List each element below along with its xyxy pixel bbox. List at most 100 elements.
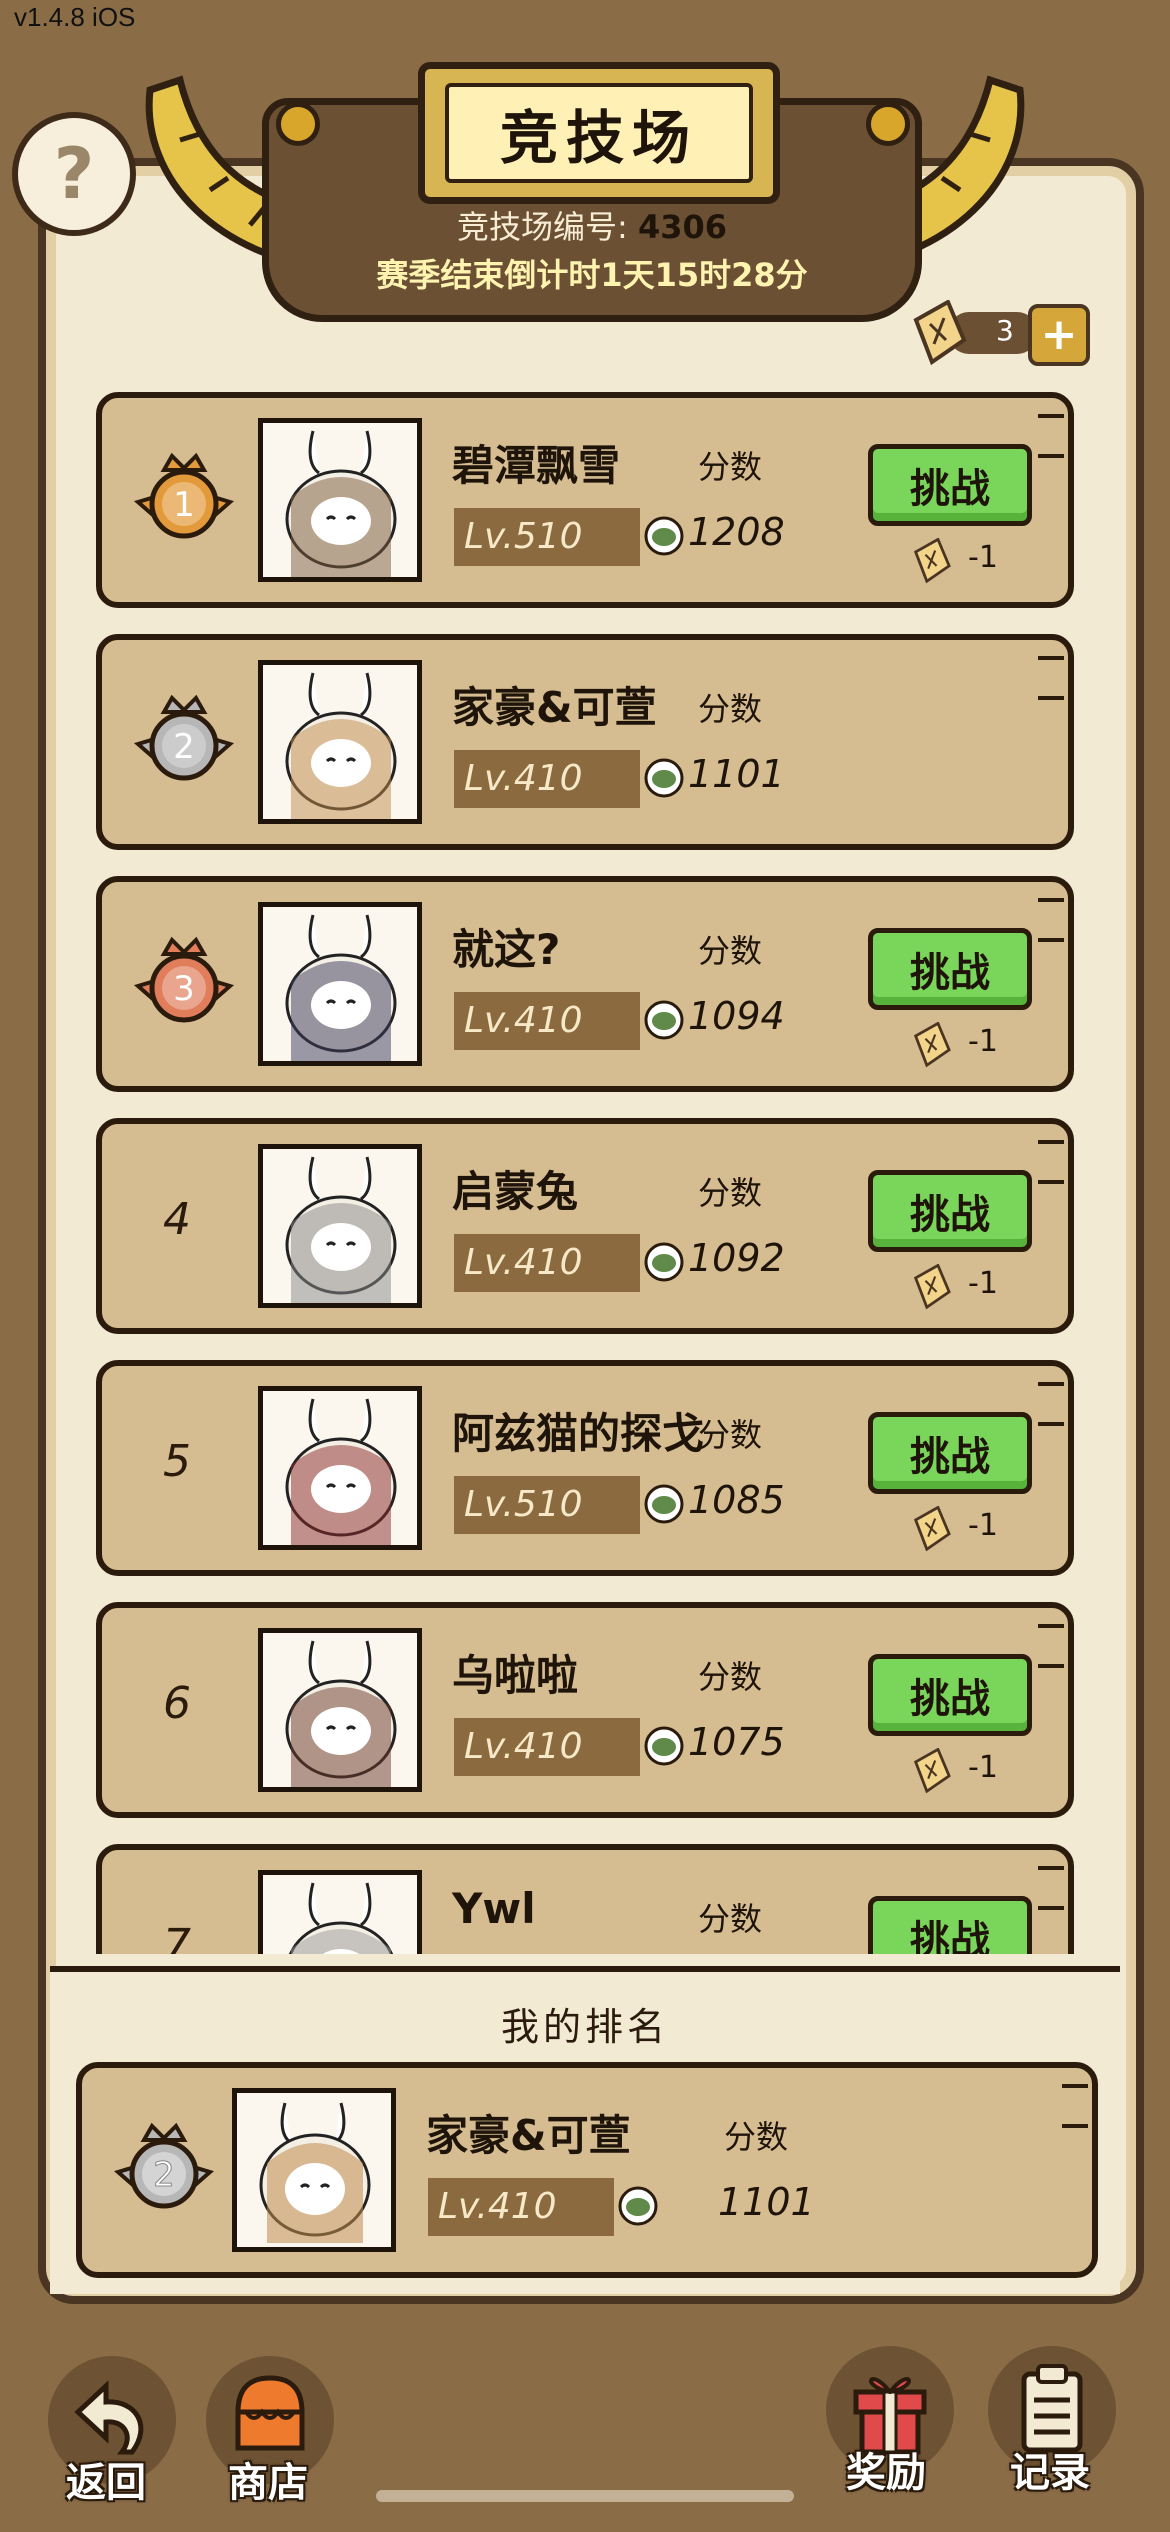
- bronze-medal-icon: 3: [133, 936, 235, 1023]
- player-name: 碧潭飘雪: [452, 441, 621, 490]
- my-ranking-row: 2 家豪&可萱 分数 Lv.410 1101: [76, 2062, 1098, 2278]
- player-score: 1092: [688, 1236, 785, 1280]
- rank-number: 6: [163, 1678, 191, 1729]
- svg-text:2: 2: [153, 2155, 175, 2195]
- score-label: 分数: [698, 1174, 763, 1212]
- player-name: 启蒙兔: [452, 1167, 579, 1216]
- challenge-cost: -1: [908, 1022, 1028, 1068]
- challenge-cost: -1: [908, 538, 1028, 584]
- ticket-icon: [913, 1748, 951, 1794]
- avatar[interactable]: [258, 1144, 422, 1308]
- ticket-count: 3: [996, 314, 1014, 347]
- ticket-icon: [913, 538, 951, 584]
- challenge-cost: -1: [908, 1264, 1028, 1310]
- player-level: Lv.410: [454, 1718, 640, 1776]
- player-row[interactable]: 6 乌啦啦 分数 Lv.410 1075 挑战 -1: [96, 1602, 1074, 1818]
- score-label: 分数: [698, 932, 763, 970]
- svg-text:3: 3: [173, 969, 195, 1009]
- avatar[interactable]: [258, 1386, 422, 1550]
- challenge-button[interactable]: 挑战: [868, 1412, 1032, 1494]
- ranking-list[interactable]: 1 碧潭飘雪 分数 Lv.510 1208 挑战 -1 2 家豪&可萱 分数 L…: [96, 392, 1080, 1954]
- help-button[interactable]: ?: [12, 112, 136, 236]
- player-row[interactable]: 2 家豪&可萱 分数 Lv.410 1101: [96, 634, 1074, 850]
- coin-icon: [644, 1726, 684, 1766]
- player-level: Lv.410: [428, 2178, 614, 2236]
- silver-medal-icon: 2: [133, 694, 235, 781]
- player-row[interactable]: 5 阿兹猫的探戈 分数 Lv.510 1085 挑战 -1: [96, 1360, 1074, 1576]
- arena-number: 竞技场编号: 4306: [262, 202, 922, 248]
- score-label: 分数: [698, 448, 763, 486]
- player-level: Lv.410: [454, 1234, 640, 1292]
- player-name: Ywl: [452, 1884, 536, 1933]
- player-level: Lv.410: [454, 750, 640, 808]
- cost-value: -1: [968, 1024, 998, 1059]
- avatar[interactable]: [258, 418, 422, 582]
- back-label[interactable]: 返回: [66, 2450, 146, 2508]
- rewards-label[interactable]: 奖励: [846, 2440, 926, 2498]
- coin-icon: [644, 1000, 684, 1040]
- avatar[interactable]: [258, 902, 422, 1066]
- player-name: 乌啦啦: [452, 1651, 579, 1700]
- player-row[interactable]: 4 启蒙兔 分数 Lv.410 1092 挑战 -1: [96, 1118, 1074, 1334]
- player-row[interactable]: 1 碧潭飘雪 分数 Lv.510 1208 挑战 -1: [96, 392, 1074, 608]
- score-label: 分数: [724, 2118, 789, 2156]
- avatar[interactable]: [258, 1628, 422, 1792]
- player-name: 就这?: [452, 925, 561, 974]
- bolt-icon: [276, 102, 320, 146]
- silver-medal-icon: 2: [113, 2122, 215, 2209]
- score-label: 分数: [698, 1416, 763, 1454]
- player-score: 1075: [688, 1720, 785, 1764]
- title-frame: 竞技场: [418, 62, 780, 204]
- ticket-icon: [913, 1022, 951, 1068]
- rank-number: 5: [163, 1436, 191, 1487]
- challenge-button[interactable]: 挑战: [868, 1170, 1032, 1252]
- coin-icon: [644, 1484, 684, 1524]
- gold-medal-icon: 1: [133, 452, 235, 539]
- cost-value: -1: [968, 1266, 998, 1301]
- coin-icon: [644, 758, 684, 798]
- ticket-icon: [913, 300, 967, 366]
- player-score: 1101: [718, 2180, 815, 2224]
- version-label: v1.4.8 iOS: [14, 2, 136, 32]
- season-countdown: 赛季结束倒计时1天15时28分: [376, 256, 808, 294]
- page-title: 竞技场: [445, 83, 753, 183]
- my-ranking-title: 我的排名: [500, 2005, 669, 2049]
- challenge-button[interactable]: 挑战: [868, 1896, 1032, 1954]
- ticket-icon: [913, 1264, 951, 1310]
- player-score: 1094: [688, 994, 785, 1038]
- player-score: 1208: [688, 510, 785, 554]
- arena-number-label: 竞技场编号:: [456, 208, 628, 246]
- player-row[interactable]: 7 Ywl 分数 挑战: [96, 1844, 1074, 1954]
- score-label: 分数: [698, 1658, 763, 1696]
- score-label: 分数: [698, 690, 763, 728]
- add-ticket-button[interactable]: +: [1028, 304, 1090, 366]
- coin-icon: [644, 1242, 684, 1282]
- coin-icon: [618, 2186, 658, 2226]
- challenge-button[interactable]: 挑战: [868, 1654, 1032, 1736]
- ticket-icon: [913, 1506, 951, 1552]
- challenge-button[interactable]: 挑战: [868, 928, 1032, 1010]
- avatar: [232, 2088, 396, 2252]
- player-score: 1085: [688, 1478, 785, 1522]
- player-name: 家豪&可萱: [426, 2111, 631, 2160]
- svg-text:2: 2: [173, 727, 195, 767]
- player-row[interactable]: 3 就这? 分数 Lv.410 1094 挑战 -1: [96, 876, 1074, 1092]
- records-label[interactable]: 记录: [1010, 2440, 1090, 2498]
- challenge-cost: -1: [908, 1748, 1028, 1794]
- challenge-button[interactable]: 挑战: [868, 444, 1032, 526]
- challenge-cost: -1: [908, 1506, 1028, 1552]
- player-score: 1101: [688, 752, 785, 796]
- avatar[interactable]: [258, 1870, 422, 1954]
- player-name: 家豪&可萱: [452, 683, 657, 732]
- cost-value: -1: [968, 540, 998, 575]
- shop-label[interactable]: 商店: [228, 2450, 308, 2508]
- player-level: Lv.410: [454, 992, 640, 1050]
- cost-value: -1: [968, 1750, 998, 1785]
- avatar[interactable]: [258, 660, 422, 824]
- cost-value: -1: [968, 1508, 998, 1543]
- bolt-icon: [866, 102, 910, 146]
- rank-number: 4: [163, 1194, 191, 1245]
- player-name: 阿兹猫的探戈: [452, 1409, 705, 1458]
- score-label: 分数: [698, 1900, 763, 1938]
- rank-number: 7: [163, 1920, 191, 1954]
